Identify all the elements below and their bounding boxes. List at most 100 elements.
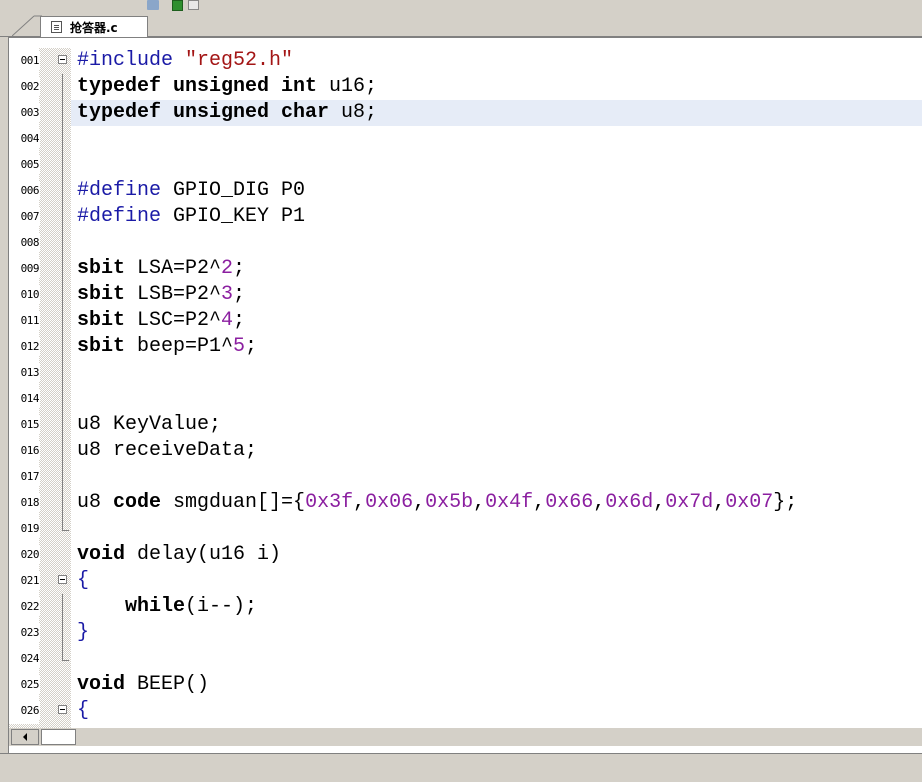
fold-guide — [62, 230, 63, 256]
fold-marker[interactable] — [58, 568, 70, 594]
code-line[interactable]: 024 — [9, 646, 922, 672]
line-number: 020 — [9, 542, 40, 568]
code-token: , — [533, 491, 546, 514]
left-border — [0, 37, 8, 781]
code-line[interactable]: 008 — [9, 230, 922, 256]
code-line[interactable]: 007 #define GPIO_KEY P1 — [9, 204, 922, 230]
code-line[interactable]: 022 while(i--); — [9, 594, 922, 620]
collapse-icon[interactable] — [58, 55, 67, 64]
code-line[interactable]: 018 u8 code smgduan[]={0x3f,0x06,0x5b,0x4… — [9, 490, 922, 516]
fold-guide — [62, 74, 63, 100]
fold-guide — [62, 386, 63, 412]
code-token: void — [77, 543, 138, 566]
line-number: 015 — [9, 412, 40, 438]
code-line[interactable]: 011 sbit LSC=P2^4; — [9, 308, 922, 334]
code-line[interactable]: 015 u8 KeyValue; — [9, 412, 922, 438]
code-token: 0x5b — [425, 491, 474, 514]
code-line[interactable]: 017 — [9, 464, 922, 490]
fold-guide — [62, 620, 63, 646]
code-line[interactable]: 016 u8 receiveData; — [9, 438, 922, 464]
code-token: 0x66 — [545, 491, 594, 514]
fold-marker — [58, 672, 70, 698]
code-token: ; — [233, 283, 246, 306]
fold-guide — [62, 594, 63, 620]
code-line[interactable]: 020 void delay(u16 i) — [9, 542, 922, 568]
code-line[interactable]: 026 { — [9, 698, 922, 724]
line-number: 026 — [9, 698, 40, 724]
code-line[interactable]: 023} — [9, 620, 922, 646]
code-line[interactable]: 002 typedef unsigned int u16; — [9, 74, 922, 100]
code-line[interactable]: 013 — [9, 360, 922, 386]
code-token: u16; — [329, 75, 378, 98]
scroll-thumb[interactable] — [41, 729, 76, 745]
code-token: , — [353, 491, 366, 514]
window-icon[interactable] — [188, 0, 199, 10]
code-line[interactable]: 010 sbit LSB=P2^3; — [9, 282, 922, 308]
code-text — [71, 360, 922, 386]
horizontal-scrollbar[interactable] — [9, 728, 922, 746]
collapse-icon[interactable] — [58, 575, 67, 584]
code-line[interactable]: 019 — [9, 516, 922, 542]
fold-marker — [58, 126, 70, 152]
fold-marker — [58, 620, 70, 646]
fold-marker[interactable] — [58, 698, 70, 724]
code-line[interactable]: 004 — [9, 126, 922, 152]
code-text: u8 KeyValue; — [71, 412, 922, 438]
code-text: { — [71, 698, 922, 724]
code-token: BEEP() — [137, 673, 210, 696]
fold-guide — [62, 360, 63, 386]
code-token: smgduan[]={ — [173, 491, 306, 514]
fold-marker[interactable] — [58, 48, 70, 74]
code-text — [71, 386, 922, 412]
tab-label: 抢答器.c — [70, 20, 118, 35]
code-token: sbit — [77, 335, 138, 358]
line-number: 016 — [9, 438, 40, 464]
code-line[interactable]: 021 { — [9, 568, 922, 594]
code-token: 4 — [221, 309, 234, 332]
code-text: } — [71, 620, 922, 646]
fold-end — [62, 516, 69, 531]
fold-guide — [62, 204, 63, 230]
code-token: code — [113, 491, 174, 514]
code-text: u8 code smgduan[]={0x3f,0x06,0x5b,0x4f,0… — [71, 490, 922, 516]
code-token: GPIO_DIG P0 — [173, 179, 306, 202]
code-token: LSA=P2^ — [137, 257, 222, 280]
gutter-top — [9, 38, 71, 48]
code-line[interactable]: 001 #include "reg52.h" — [9, 48, 922, 74]
code-line[interactable]: 003 typedef unsigned char u8; — [9, 100, 922, 126]
fold-marker — [58, 516, 70, 542]
code-text: u8 receiveData; — [71, 438, 922, 464]
line-number: 009 — [9, 256, 40, 282]
code-editor[interactable]: 001 #include "reg52.h" 002 typedef unsigned… — [9, 48, 922, 724]
code-token: ; — [233, 309, 246, 332]
collapse-icon[interactable] — [58, 705, 67, 714]
code-text: typedef unsigned int u16; — [71, 74, 922, 100]
code-token: , — [653, 491, 666, 514]
code-line[interactable]: 006 #define GPIO_DIG P0 — [9, 178, 922, 204]
fold-marker — [58, 282, 70, 308]
tool-icon[interactable] — [147, 0, 159, 10]
fold-guide — [62, 152, 63, 178]
code-line[interactable]: 012 sbit beep=P1^5; — [9, 334, 922, 360]
line-number: 023 — [9, 620, 40, 646]
code-token: 5 — [233, 335, 246, 358]
code-line[interactable]: 009 sbit LSA=P2^2; — [9, 256, 922, 282]
code-token: }; — [773, 491, 798, 514]
code-text: void delay(u16 i) — [71, 542, 922, 568]
code-line[interactable]: 025 void BEEP() — [9, 672, 922, 698]
code-line[interactable]: 014 — [9, 386, 922, 412]
line-number: 001 — [9, 48, 40, 74]
code-text — [71, 152, 922, 178]
fold-marker — [58, 594, 70, 620]
code-line[interactable]: 005 — [9, 152, 922, 178]
line-number: 022 — [9, 594, 40, 620]
code-token: #define — [77, 205, 174, 228]
fold-end — [62, 646, 69, 661]
scroll-left-button[interactable] — [11, 729, 39, 745]
fold-marker — [58, 178, 70, 204]
code-token: u8 — [77, 491, 114, 514]
tab-file[interactable]: 抢答器.c — [40, 16, 148, 37]
green-square-icon[interactable] — [172, 0, 183, 11]
code-token: , — [593, 491, 606, 514]
code-token: , — [713, 491, 726, 514]
